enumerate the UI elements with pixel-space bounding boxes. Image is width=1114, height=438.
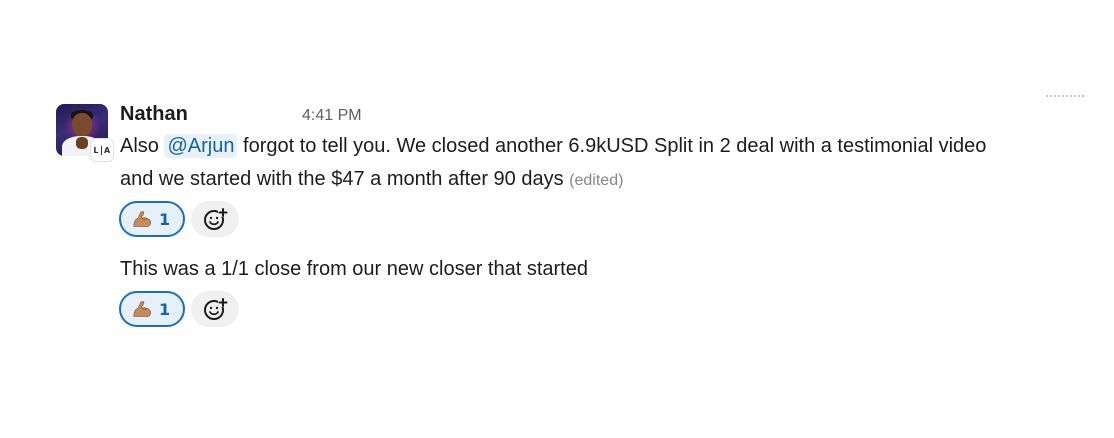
message-pane: L A Nathan 4:41 PM Also @Arjun forgot to… — [0, 0, 1114, 438]
message-text: and we started with the $47 a month afte… — [120, 168, 564, 190]
message-text-line-2: and we started with the $47 a month afte… — [120, 168, 623, 191]
reaction-bar: 1 — [119, 291, 239, 327]
workspace-badge: L A — [90, 138, 114, 162]
badge-letter-right: A — [103, 145, 111, 155]
badge-letter-left: L — [93, 145, 99, 155]
message-text-suffix: forgot to tell you. We closed another 6.… — [243, 135, 987, 157]
reaction-count: 1 — [159, 209, 171, 229]
reaction-pill[interactable]: 1 — [119, 201, 185, 237]
message-text-prefix: Also — [120, 135, 159, 157]
add-emoji-icon — [204, 298, 228, 320]
truncated-header-marks — [1046, 95, 1084, 98]
flexed-biceps-icon — [133, 211, 151, 227]
user-mention[interactable]: @Arjun — [164, 134, 238, 158]
avatar[interactable]: L A — [56, 104, 114, 162]
reaction-bar: 1 — [119, 201, 239, 237]
add-reaction-button[interactable] — [191, 291, 239, 327]
reaction-count: 1 — [159, 299, 171, 319]
message-timestamp[interactable]: 4:41 PM — [302, 107, 362, 125]
edited-label: (edited) — [569, 172, 624, 189]
flexed-biceps-icon — [133, 301, 151, 317]
reaction-pill[interactable]: 1 — [119, 291, 185, 327]
followup-message-text: This was a 1/1 close from our new closer… — [120, 258, 588, 280]
author-name[interactable]: Nathan — [120, 103, 188, 126]
message-text-line-1: Also @Arjun forgot to tell you. We close… — [120, 134, 987, 158]
add-emoji-icon — [204, 208, 228, 230]
add-reaction-button[interactable] — [191, 201, 239, 237]
